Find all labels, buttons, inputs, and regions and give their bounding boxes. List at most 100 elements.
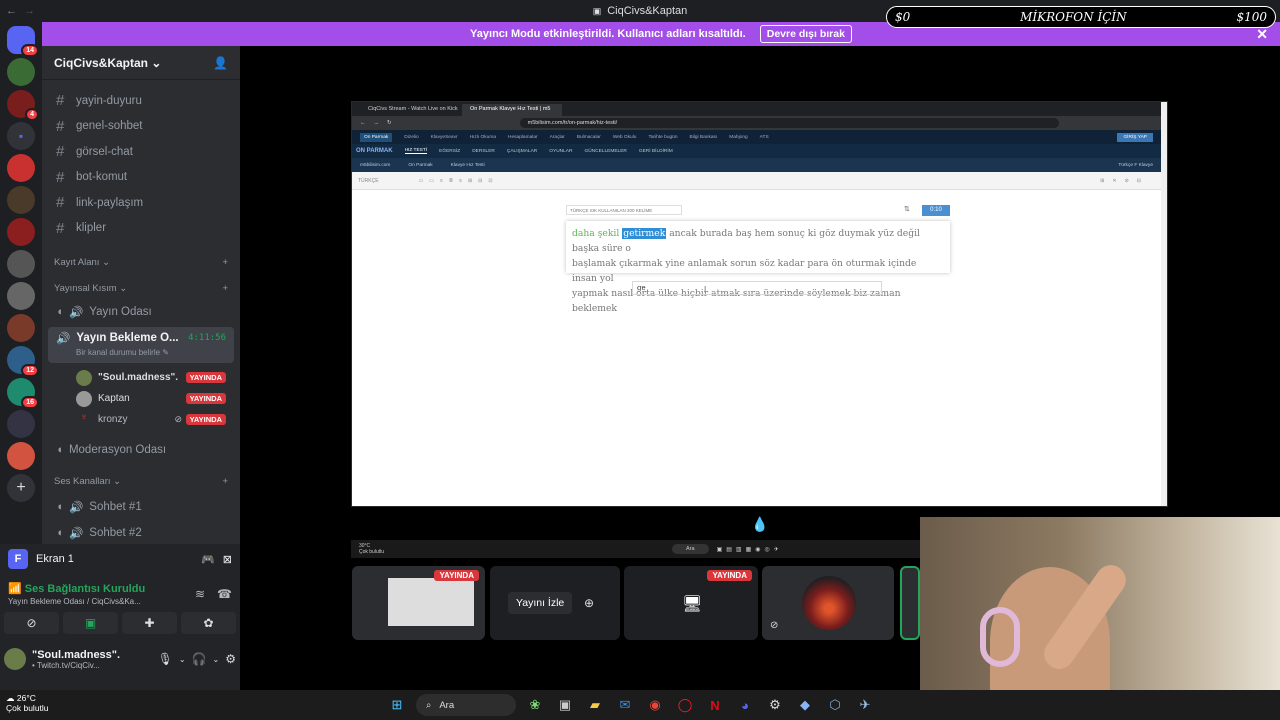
connection-status[interactable]: Ses Bağlantısı Kuruldu: [25, 583, 145, 595]
taskbar-search[interactable]: ⌕ Ara: [416, 694, 516, 716]
nav-item[interactable]: Hesaplamalar: [508, 135, 538, 140]
settings-gear-icon[interactable]: ⚙: [225, 652, 236, 666]
avatar[interactable]: [4, 648, 26, 670]
invite-icon[interactable]: 👤: [213, 56, 228, 70]
gamepad-icon[interactable]: 🎮: [201, 553, 215, 566]
voice-member[interactable]: "Soul.madness". YAYINDA: [42, 367, 240, 388]
section-item[interactable]: DERSLER: [472, 149, 495, 154]
steam-icon[interactable]: ✈: [854, 694, 876, 716]
voice-channel-active[interactable]: 🔊 Yayın Bekleme O... 4:11:56 Bir kanal du…: [48, 327, 234, 363]
netflix-icon[interactable]: N: [704, 694, 726, 716]
voice-member[interactable]: ♆ kronzy ⊘ YAYINDA: [42, 409, 240, 430]
server-icon[interactable]: [7, 186, 35, 214]
discord-icon[interactable]: ◕: [734, 694, 756, 716]
watch-stream-button[interactable]: Yayını İzle: [508, 592, 573, 614]
noise-suppression-icon[interactable]: ≋: [195, 587, 205, 601]
server-icon[interactable]: [7, 154, 35, 182]
channel-gorsel-chat[interactable]: # görsel-chat: [42, 139, 240, 165]
server-icon[interactable]: 4: [7, 90, 39, 121]
section-item[interactable]: EĞERSİZ: [439, 149, 460, 154]
activities-button[interactable]: ✚: [122, 612, 177, 634]
server-icon[interactable]: [7, 282, 35, 310]
chevron-down-icon[interactable]: ⌄: [213, 655, 220, 664]
app-icon[interactable]: ◆: [794, 694, 816, 716]
nav-item[interactable]: Bilgi Bankası: [690, 135, 718, 140]
keyboard-layout[interactable]: Türkçe F Klavye: [1118, 163, 1153, 168]
breadcrumb-item[interactable]: Klavye Hız Testi: [451, 163, 485, 168]
soundboard-button[interactable]: ✿: [181, 612, 236, 634]
language-select[interactable]: TÜRKÇE: [358, 178, 379, 184]
voice-member[interactable]: Kaptan YAYINDA: [42, 388, 240, 409]
camera-off-button[interactable]: ⊘: [4, 612, 59, 634]
popout-icon[interactable]: ⊕: [584, 596, 594, 610]
channel-klipler[interactable]: # klipler: [42, 216, 240, 242]
stream-tile-avatar[interactable]: ⊘: [762, 566, 894, 640]
section-item[interactable]: GERİ BİLDİRİM: [639, 149, 673, 154]
mail-icon[interactable]: ✉: [614, 694, 636, 716]
home-icon[interactable]: 14: [7, 26, 39, 57]
section-item[interactable]: GÜNCELLEMELER: [584, 149, 626, 154]
stream-tile-preview[interactable]: YAYINDA: [352, 566, 485, 640]
nav-item[interactable]: Mahjong: [729, 135, 747, 140]
breadcrumb-item[interactable]: m5bilisim.com: [360, 163, 390, 168]
url-field[interactable]: m5bilisim.com/tr/on-parmak/hiz-testi/: [519, 118, 1059, 128]
add-server-icon[interactable]: +: [7, 474, 35, 502]
add-channel-icon[interactable]: +: [222, 283, 228, 294]
back-icon[interactable]: ←: [6, 5, 17, 17]
app-icon[interactable]: ⬡: [824, 694, 846, 716]
add-channel-icon[interactable]: +: [222, 257, 228, 268]
headphones-icon[interactable]: 🎧: [192, 652, 207, 666]
nav-item[interactable]: Bulmacalar: [577, 135, 601, 140]
widget-icon[interactable]: ❀: [524, 694, 546, 716]
word-list-select[interactable]: TÜRKÇE SIK KULLANILAN 200 KELİME: [566, 205, 682, 215]
breadcrumb-item[interactable]: On Parmak: [408, 163, 432, 168]
guild-header[interactable]: CiqCivs&Kaptan ⌄ 👤: [42, 46, 240, 80]
nav-item[interactable]: KlavyeSeavr: [431, 135, 458, 140]
folder-icon[interactable]: ▪: [7, 122, 35, 150]
stream-tile-watch[interactable]: Yayını İzle ⊕: [490, 566, 620, 640]
reload-icon[interactable]: ↻: [387, 120, 392, 126]
channel-link-paylasim[interactable]: # link-paylaşım: [42, 190, 240, 216]
screen-share-button[interactable]: ▣: [63, 612, 118, 634]
forward-icon[interactable]: →: [24, 5, 35, 17]
typing-input[interactable]: ge: [632, 281, 882, 295]
toolbar-right-icons[interactable]: ⊞✕⊘⊟: [1100, 178, 1149, 184]
nav-item[interactable]: Hızlı Okuma: [470, 135, 496, 140]
task-view-icon[interactable]: ▣: [554, 694, 576, 716]
category-ses[interactable]: Ses Kanalları ⌄ +: [42, 468, 240, 494]
section-item[interactable]: HIZ TESTİ: [404, 148, 428, 154]
disconnect-icon[interactable]: ☎: [217, 587, 232, 601]
pencil-icon[interactable]: ✎: [162, 348, 169, 357]
server-icon[interactable]: [7, 250, 35, 278]
weather-widget[interactable]: ☁ 26°C Çok bulutlu: [6, 693, 49, 713]
nav-item[interactable]: Dizelio: [404, 135, 418, 140]
voice-channel-moderasyon[interactable]: ◖ Moderasyon Odası: [42, 438, 240, 462]
nav-item[interactable]: On Parmak: [360, 132, 393, 142]
server-icon[interactable]: [7, 314, 35, 342]
channel-bot-komut[interactable]: # bot-komut: [42, 165, 240, 191]
channel-status-prompt[interactable]: Bir kanal durumu belirle: [76, 348, 160, 357]
stop-stream-icon[interactable]: ⊠: [223, 553, 232, 566]
stream-tile[interactable]: YAYINDA 🖥: [624, 566, 758, 640]
browser-tab-active[interactable]: On Parmak Klavye Hız Testi | m5: [462, 104, 562, 116]
forward-icon[interactable]: →: [374, 120, 380, 126]
microphone-icon[interactable]: 🎙: [158, 652, 173, 666]
browser-tab[interactable]: CiqCivs Stream - Watch Live on Kick: [360, 104, 460, 116]
close-icon[interactable]: ✕: [1256, 26, 1268, 43]
category-kayit[interactable]: Kayıt Alanı ⌄ +: [42, 249, 240, 275]
server-icon[interactable]: [7, 218, 35, 246]
voice-channel-yayin-odasi[interactable]: ◖ 🔊 Yayın Odası: [42, 301, 240, 323]
server-icon[interactable]: [7, 58, 35, 86]
server-icon[interactable]: [7, 442, 35, 470]
server-icon[interactable]: [7, 410, 35, 438]
add-channel-icon[interactable]: +: [222, 476, 228, 487]
back-icon[interactable]: ←: [360, 120, 366, 126]
login-button[interactable]: GİRİŞ YAP: [1117, 132, 1153, 142]
section-logo[interactable]: ON PARMAK: [356, 148, 393, 154]
chrome-icon[interactable]: ◉: [644, 694, 666, 716]
chevron-down-icon[interactable]: ⌄: [179, 655, 186, 664]
nav-item[interactable]: Tarihte bugün: [648, 135, 677, 140]
opera-icon[interactable]: ◯: [674, 694, 696, 716]
nav-item[interactable]: Araçlar: [550, 135, 565, 140]
server-icon[interactable]: 12: [7, 346, 39, 377]
